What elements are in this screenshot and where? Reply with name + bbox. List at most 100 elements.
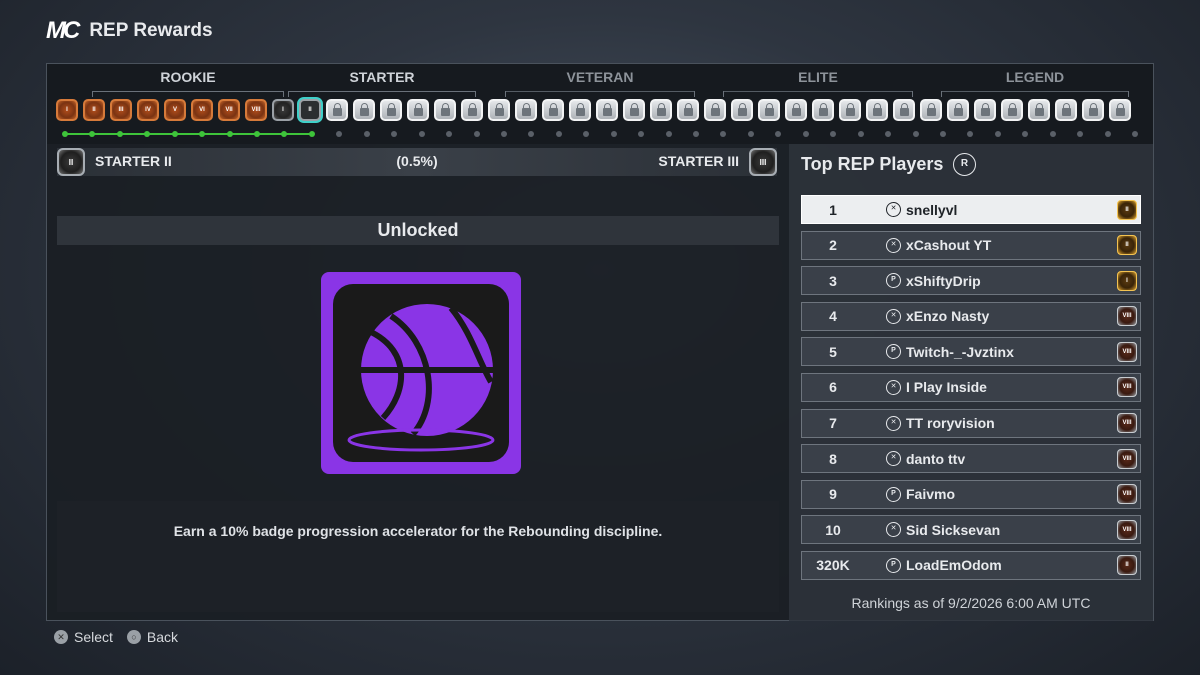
locked-rank-badge-25[interactable]	[704, 99, 726, 121]
leaderboard-row[interactable]: 10 ✕ Sid Sicksevan VIII	[801, 515, 1141, 545]
leaderboard-player-name: xCashout YT	[906, 237, 992, 254]
rookie-rank-badge-6[interactable]: VI	[191, 99, 213, 121]
leaderboard-row[interactable]: 6 ✕ I Play Inside VIII	[801, 372, 1141, 402]
progress-dot	[281, 131, 288, 137]
rookie-rank-badge-7[interactable]: VII	[218, 99, 240, 121]
rookie-rank-badge-3[interactable]: III	[110, 99, 132, 121]
progress-dot	[500, 131, 507, 137]
progress-dot	[363, 131, 370, 137]
leaderboard-row[interactable]: 9 P Faivmo VIII	[801, 479, 1141, 509]
leaderboard-row[interactable]: 320K P LoadEmOdom II	[801, 550, 1141, 580]
lock-icon	[1115, 102, 1125, 116]
xbox-platform-icon: ✕	[886, 415, 901, 431]
locked-rank-badge-12[interactable]	[353, 99, 375, 121]
locked-rank-badge-16[interactable]	[461, 99, 483, 121]
progress-dot	[1104, 131, 1111, 137]
hint-back-label: Back	[146, 629, 179, 645]
reward-tile[interactable]	[321, 272, 521, 474]
locked-rank-badge-13[interactable]	[380, 99, 402, 121]
leaderboard-panel: Top REP Players R 1 ✕ snellyvl II 2 ✕ xCashout…	[789, 144, 1153, 621]
locked-rank-badge-27[interactable]	[758, 99, 780, 121]
locked-rank-badge-39[interactable]	[1082, 99, 1104, 121]
progress-dot	[336, 131, 343, 137]
player-rank-badge-icon: VIII	[1117, 341, 1137, 362]
locked-rank-badge-24[interactable]	[677, 99, 699, 121]
rookie-rank-badge-2[interactable]: II	[83, 99, 105, 121]
locked-rank-badge-19[interactable]	[542, 99, 564, 121]
playstation-platform-icon: P	[886, 486, 901, 502]
locked-rank-badge-40[interactable]	[1109, 99, 1131, 121]
progress-dot	[62, 131, 68, 137]
leaderboard-player-name: snellyvl	[906, 201, 958, 218]
locked-rank-badge-30[interactable]	[839, 99, 861, 121]
locked-rank-badge-17[interactable]	[488, 99, 510, 121]
locked-rank-badge-11[interactable]	[326, 99, 348, 121]
leaderboard-rank: 1	[829, 201, 837, 218]
lock-icon	[710, 102, 720, 116]
locked-rank-badge-21[interactable]	[596, 99, 618, 121]
leaderboard-row[interactable]: 8 ✕ danto ttv VIII	[801, 444, 1141, 474]
rookie-rank-badge-5[interactable]: V	[164, 99, 186, 121]
lock-icon	[1007, 102, 1017, 116]
leaderboard-rank: 2	[829, 237, 837, 254]
progress-dot	[583, 131, 590, 137]
locked-rank-badge-31[interactable]	[866, 99, 888, 121]
xbox-platform-icon: ✕	[886, 379, 901, 395]
locked-rank-badge-15[interactable]	[434, 99, 456, 121]
locked-rank-badge-35[interactable]	[974, 99, 996, 121]
leaderboard-row[interactable]: 7 ✕ TT roryvision VIII	[801, 408, 1141, 438]
locked-rank-badge-14[interactable]	[407, 99, 429, 121]
locked-rank-badge-29[interactable]	[812, 99, 834, 121]
top-bar: MC REP Rewards	[46, 16, 213, 46]
progress-dot	[446, 131, 453, 137]
locked-rank-badge-23[interactable]	[650, 99, 672, 121]
locked-rank-badge-32[interactable]	[893, 99, 915, 121]
starter-rank-badge-2-current[interactable]: II	[299, 99, 321, 121]
rookie-rank-badge-8[interactable]: VIII	[245, 99, 267, 121]
leaderboard-row[interactable]: 1 ✕ snellyvl II	[801, 195, 1141, 224]
leaderboard-player-name: Sid Sicksevan	[906, 521, 1001, 538]
locked-rank-badge-18[interactable]	[515, 99, 537, 121]
leaderboard-player-name: Twitch-_-Jvztinx	[906, 343, 1014, 360]
locked-rank-badge-38[interactable]	[1055, 99, 1077, 121]
locked-rank-badge-28[interactable]	[785, 99, 807, 121]
rookie-rank-badge-1[interactable]: I	[56, 99, 78, 121]
progress-dot	[555, 131, 562, 137]
r-button-icon[interactable]: R	[953, 153, 976, 176]
lock-icon	[521, 102, 531, 116]
player-rank-badge-icon: VIII	[1117, 448, 1137, 469]
locked-rank-badge-37[interactable]	[1028, 99, 1050, 121]
locked-rank-badge-20[interactable]	[569, 99, 591, 121]
leaderboard-row[interactable]: 2 ✕ xCashout YT II	[801, 230, 1141, 260]
rookie-rank-badge-4[interactable]: IV	[137, 99, 159, 121]
mycareer-logo: MC	[46, 17, 80, 44]
leaderboard-row[interactable]: 4 ✕ xEnzo Nasty VIII	[801, 301, 1141, 331]
locked-rank-badge-36[interactable]	[1001, 99, 1023, 121]
locked-rank-badge-34[interactable]	[947, 99, 969, 121]
leaderboard-rank: 10	[825, 521, 841, 538]
player-rank-badge-icon: II	[1117, 555, 1137, 576]
progress-dot	[638, 131, 645, 137]
locked-rank-badge-22[interactable]	[623, 99, 645, 121]
leaderboard-player-name: I Play Inside	[906, 379, 987, 396]
progress-dot	[775, 131, 782, 137]
progress-dot	[1022, 131, 1029, 137]
lock-icon	[737, 102, 747, 116]
lock-icon	[359, 102, 369, 116]
hint-select[interactable]: ✕ Select	[54, 629, 113, 645]
lock-icon	[494, 102, 504, 116]
starter-rank-badge-1[interactable]: I	[272, 99, 294, 121]
locked-rank-badge-33[interactable]	[920, 99, 942, 121]
progress-dot	[473, 131, 480, 137]
leaderboard-row[interactable]: 3 PxShiftyDrip I	[801, 266, 1141, 296]
leaderboard-row[interactable]: 5 P Twitch-_-Jvztinx VIII	[801, 337, 1141, 367]
hint-back[interactable]: ○ Back	[126, 629, 179, 645]
tier-label-legend: LEGEND	[941, 68, 1129, 97]
progress-dot	[391, 131, 398, 137]
player-rank-badge-icon: II	[1117, 235, 1137, 256]
progress-dot	[254, 131, 261, 137]
locked-rank-badge-26[interactable]	[731, 99, 753, 121]
player-rank-badge-icon: VIII	[1117, 377, 1137, 398]
tier-label-rookie: ROOKIE	[92, 68, 284, 97]
player-rank-badge-icon: VIII	[1117, 484, 1137, 505]
